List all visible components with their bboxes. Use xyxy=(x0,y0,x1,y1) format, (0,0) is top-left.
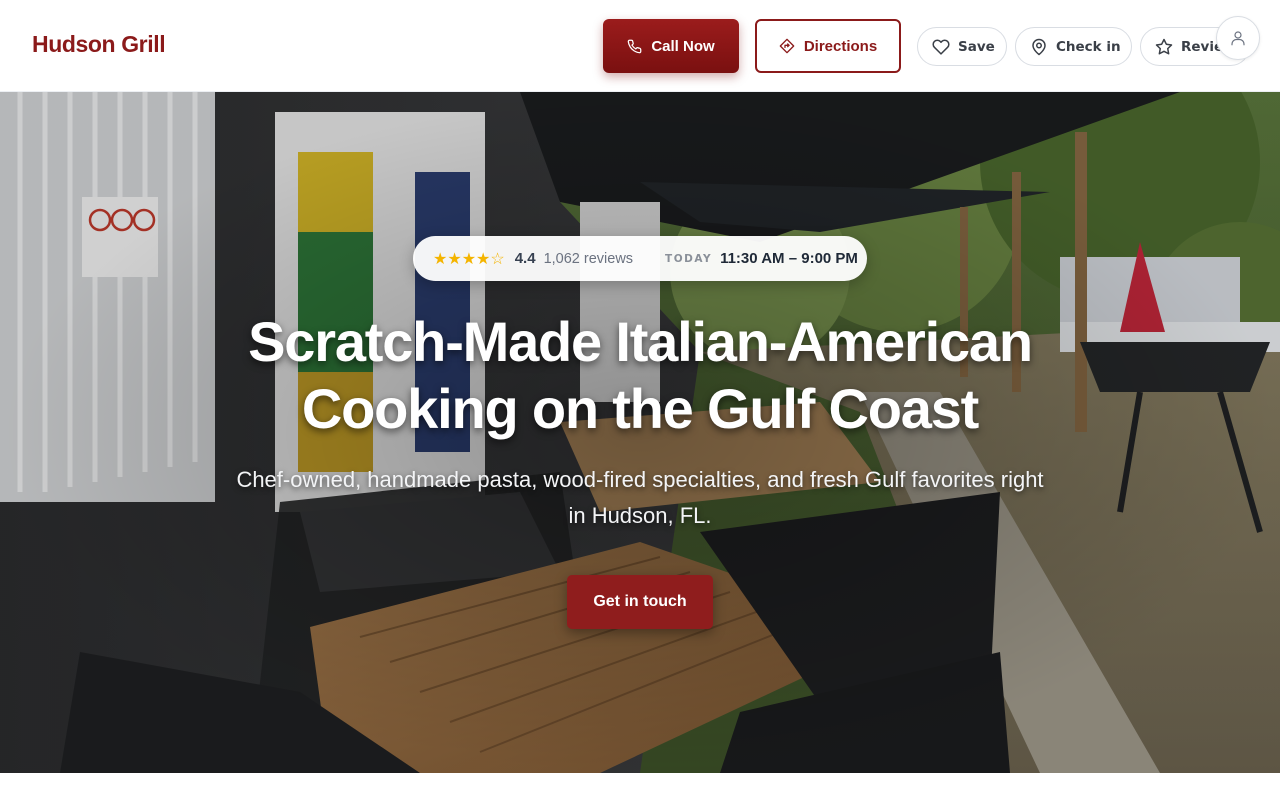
rating-star-icon: ★ xyxy=(476,250,491,268)
site-header: Hudson Grill Call Now Directions Save Ch… xyxy=(0,0,1280,92)
check-in-label: Check in xyxy=(1056,38,1121,55)
check-in-button[interactable]: Check in xyxy=(1015,27,1132,66)
brand-logo[interactable]: Hudson Grill xyxy=(32,31,166,58)
call-now-label: Call Now xyxy=(651,37,715,55)
map-pin-icon xyxy=(1030,38,1048,56)
opening-hours: 11:30 AM – 9:00 PM xyxy=(720,250,858,267)
rating-star-icon: ★ xyxy=(461,250,477,268)
hero-section: ★ ★ ★ ★ ☆ 4.4 1,062 reviews TODAY 11:30 AM –… xyxy=(0,92,1280,773)
star-icon xyxy=(1155,38,1173,56)
account-button[interactable] xyxy=(1216,16,1260,60)
hero-title-line-2: Cooking on the Gulf Coast xyxy=(301,377,979,440)
get-in-touch-button[interactable]: Get in touch xyxy=(567,575,713,629)
phone-icon xyxy=(627,39,642,54)
rating-value: 4.4 xyxy=(514,250,536,267)
save-button[interactable]: Save xyxy=(917,27,1007,66)
hero-title-line-1: Scratch-Made Italian-American xyxy=(248,310,1033,373)
directions-label: Directions xyxy=(803,37,878,55)
save-label: Save xyxy=(958,38,995,55)
hero-subtitle: Chef-owned, handmade pasta, wood-fired s… xyxy=(236,467,1044,528)
rating-star-icon: ★ xyxy=(447,250,462,268)
heart-icon xyxy=(932,38,950,56)
call-now-button[interactable]: Call Now xyxy=(603,19,739,73)
user-icon xyxy=(1229,29,1247,47)
directions-icon xyxy=(779,38,795,54)
rating-stars: ★ ★ ★ ★ ☆ xyxy=(433,249,505,269)
review-count-link[interactable]: 1,062 reviews xyxy=(544,251,633,267)
today-label: TODAY xyxy=(665,252,713,265)
hero-title: Scratch-Made Italian-American Cooking on… xyxy=(190,308,1090,442)
rating-star-icon: ★ xyxy=(433,250,448,268)
rating-hours-pill: ★ ★ ★ ★ ☆ 4.4 1,062 reviews TODAY 11:30 AM –… xyxy=(413,236,867,281)
rating-star-icon: ☆ xyxy=(490,250,505,268)
directions-button[interactable]: Directions xyxy=(755,19,901,73)
